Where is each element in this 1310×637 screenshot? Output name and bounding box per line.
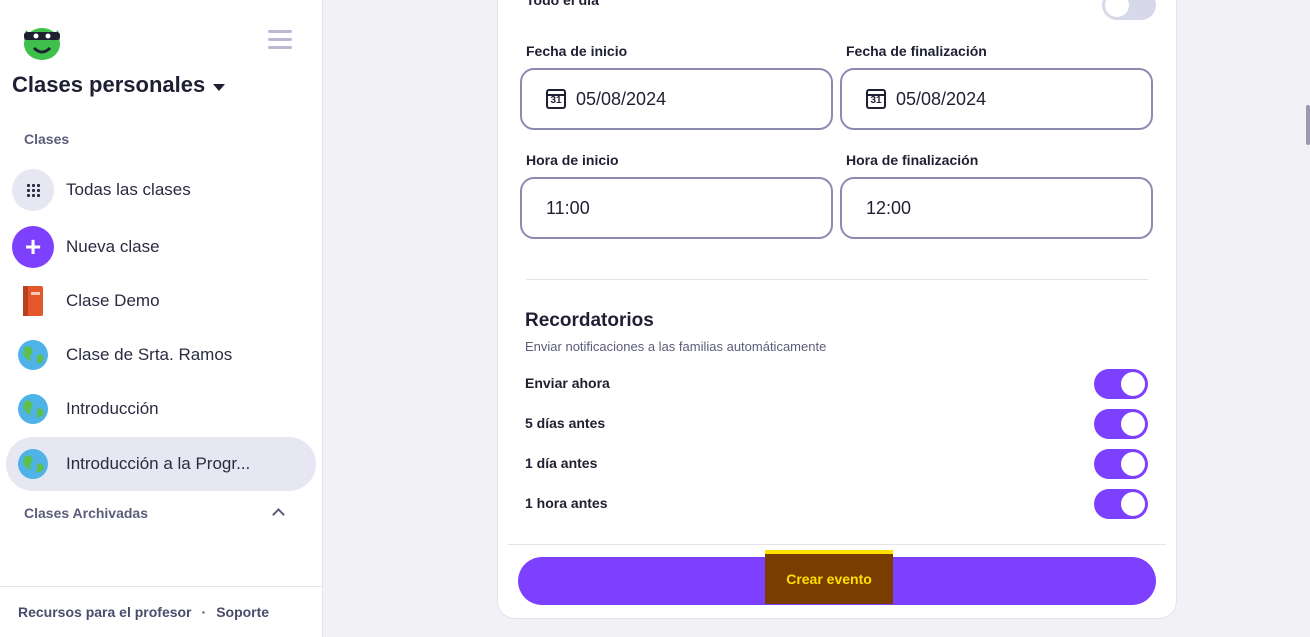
sidebar-item-demo-class[interactable]: Clase Demo — [6, 274, 316, 328]
reminder-label: Enviar ahora — [525, 375, 610, 391]
chevron-up-icon[interactable] — [272, 508, 285, 521]
footer-separator: · — [201, 604, 207, 620]
toggle-knob — [1121, 452, 1145, 476]
sidebar-item-ramos-class[interactable]: Clase de Srta. Ramos — [6, 328, 316, 382]
sidebar-item-all-classes[interactable]: Todas las clases — [6, 163, 316, 217]
sidebar-item-label: Clase de Srta. Ramos — [66, 345, 233, 364]
class-switcher-label: Clases personales — [12, 72, 206, 97]
start-time-field[interactable]: 11:00 — [520, 177, 833, 239]
reminder-label: 5 días antes — [525, 415, 606, 431]
toggle-knob — [1121, 372, 1145, 396]
sidebar-item-label: Todas las clases — [66, 180, 191, 199]
globe-icon — [12, 443, 54, 485]
end-date-value: 05/08/2024 — [896, 88, 987, 109]
caret-down-icon — [213, 83, 226, 91]
sidebar: Clases personales Clases Todas las clase… — [0, 0, 323, 637]
sidebar-item-label: Introducción — [66, 399, 159, 418]
grid-icon — [12, 169, 54, 211]
section-divider — [526, 279, 1148, 280]
globe-icon — [12, 334, 54, 376]
sidebar-item-label: Introducción a la Progr... — [66, 454, 251, 473]
start-time-label: Hora de inicio — [526, 152, 619, 168]
reminder-toggle-5-days[interactable] — [1094, 409, 1148, 439]
sidebar-item-introduccion[interactable]: Introducción — [6, 382, 316, 436]
toggle-knob — [1105, 0, 1129, 17]
archived-classes-label[interactable]: Clases Archivadas — [24, 505, 148, 521]
end-date-field[interactable]: 31 05/08/2024 — [840, 68, 1153, 130]
reminders-title: Recordatorios — [525, 310, 654, 331]
reminder-toggle-1-hour[interactable] — [1094, 489, 1148, 519]
reminder-label: 1 día antes — [525, 455, 598, 471]
start-date-label: Fecha de inicio — [526, 43, 628, 59]
classes-section-label: Clases — [24, 131, 70, 147]
reminder-label: 1 hora antes — [525, 495, 608, 511]
class-switcher[interactable]: Clases personales — [12, 72, 226, 98]
sidebar-footer: Recursos para el profesor · Soporte — [0, 586, 323, 637]
end-time-field[interactable]: 12:00 — [840, 177, 1153, 239]
plus-icon: + — [12, 226, 54, 268]
reminder-toggle-1-day[interactable] — [1094, 449, 1148, 479]
scrollbar-thumb[interactable] — [1306, 105, 1310, 145]
globe-icon — [12, 388, 54, 430]
all-day-toggle[interactable] — [1102, 0, 1156, 20]
all-day-label: Todo el día — [526, 0, 599, 8]
sidebar-item-label: Nueva clase — [66, 237, 160, 256]
start-date-field[interactable]: 31 05/08/2024 — [520, 68, 833, 130]
calendar-icon: 31 — [866, 89, 886, 109]
toggle-knob — [1121, 412, 1145, 436]
sidebar-item-new-class[interactable]: + Nueva clase — [6, 220, 316, 274]
sidebar-item-label: Clase Demo — [66, 291, 160, 310]
toggle-knob — [1121, 492, 1145, 516]
end-time-value: 12:00 — [866, 197, 912, 218]
calendar-icon: 31 — [546, 89, 566, 109]
card-footer-divider — [508, 544, 1166, 545]
create-event-label[interactable]: Crear evento — [765, 550, 893, 604]
menu-toggle-icon[interactable] — [268, 30, 292, 54]
end-date-label: Fecha de finalización — [846, 43, 987, 59]
classdojo-logo-icon[interactable] — [16, 16, 68, 64]
end-time-label: Hora de finalización — [846, 152, 979, 168]
book-icon — [12, 280, 54, 322]
reminder-toggle-now[interactable] — [1094, 369, 1148, 399]
support-link[interactable]: Soporte — [216, 604, 269, 620]
teacher-resources-link[interactable]: Recursos para el profesor — [18, 604, 192, 620]
reminders-subtitle: Enviar notificaciones a las familias aut… — [525, 339, 827, 354]
start-time-value: 11:00 — [546, 197, 590, 218]
sidebar-item-intro-programacion[interactable]: Introducción a la Progr... — [6, 437, 316, 491]
start-date-value: 05/08/2024 — [576, 88, 667, 109]
